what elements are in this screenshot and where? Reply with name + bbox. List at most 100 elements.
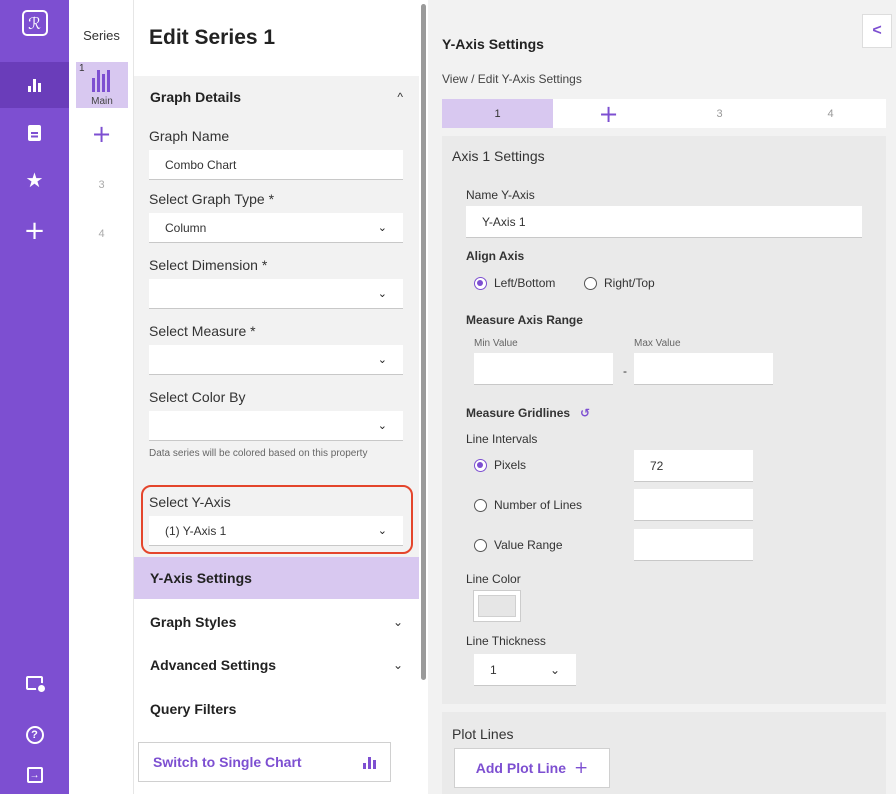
switch-button-label: Switch to Single Chart bbox=[153, 754, 302, 770]
interval-number-of-lines-label: Number of Lines bbox=[494, 498, 583, 512]
interval-pixels-radio[interactable]: Pixels bbox=[474, 458, 526, 472]
color-by-label: Select Color By bbox=[149, 389, 246, 405]
line-thickness-value: 1 bbox=[490, 662, 497, 677]
measure-gridlines-label: Measure Gridlines ↺ bbox=[466, 406, 591, 420]
max-value-label: Max Value bbox=[634, 338, 681, 349]
align-left-bottom-radio[interactable]: Left/Bottom bbox=[474, 276, 555, 290]
series-label: Main bbox=[91, 96, 113, 107]
line-color-swatch[interactable] bbox=[473, 590, 521, 622]
axis-settings-title: Axis 1 Settings bbox=[452, 148, 545, 164]
bar-chart-icon bbox=[363, 756, 376, 769]
collapse-panel-button[interactable]: < bbox=[862, 14, 892, 48]
chevron-down-icon: ⌄ bbox=[392, 615, 403, 629]
series-chart-icon bbox=[92, 70, 110, 92]
plot-lines-card: Plot Lines Add Plot Line + bbox=[442, 712, 886, 794]
chevron-down-icon: ⌄ bbox=[377, 288, 387, 300]
radio-selected-icon bbox=[474, 458, 487, 472]
logo-icon[interactable]: ℛ bbox=[0, 0, 69, 46]
dimension-label: Select Dimension * bbox=[149, 257, 268, 273]
align-right-top-radio[interactable]: Right/Top bbox=[584, 276, 655, 290]
plus-icon: + bbox=[573, 758, 589, 778]
graph-name-label: Graph Name bbox=[149, 128, 230, 144]
series-slot-3[interactable]: 3 bbox=[69, 179, 134, 191]
axis-tab-1[interactable]: 1 bbox=[442, 99, 553, 128]
graph-styles-label: Graph Styles bbox=[150, 614, 237, 630]
graph-details-label: Graph Details bbox=[150, 89, 242, 105]
interval-value-range-radio[interactable]: Value Range bbox=[474, 538, 563, 552]
add-plot-line-button[interactable]: Add Plot Line + bbox=[454, 748, 610, 788]
y-axis-highlight-box bbox=[141, 485, 413, 554]
exit-icon[interactable]: → bbox=[0, 752, 69, 794]
value-range-field[interactable] bbox=[634, 529, 753, 561]
chevron-left-icon: < bbox=[872, 22, 882, 39]
query-filters-header[interactable]: Query Filters bbox=[134, 688, 419, 730]
line-color-preview bbox=[478, 595, 516, 617]
y-axis-settings-panel: Y-Axis Settings < View / Edit Y-Axis Set… bbox=[428, 0, 896, 794]
min-value-field[interactable] bbox=[474, 353, 613, 385]
radio-selected-icon bbox=[474, 276, 487, 290]
chevron-down-icon: ⌄ bbox=[377, 222, 387, 234]
radio-unselected-icon bbox=[584, 276, 597, 290]
graph-type-label: Select Graph Type * bbox=[149, 191, 275, 207]
switch-to-single-chart-button[interactable]: Switch to Single Chart bbox=[138, 742, 391, 782]
line-thickness-select[interactable]: 1 ⌄ bbox=[474, 654, 576, 686]
card-settings-icon[interactable] bbox=[0, 660, 69, 706]
graph-name-field[interactable]: Combo Chart bbox=[149, 150, 403, 180]
axis-tabs: 1 + 3 4 bbox=[442, 99, 886, 128]
measure-select[interactable]: ⌄ bbox=[149, 345, 403, 375]
measure-axis-range-label: Measure Axis Range bbox=[466, 313, 583, 327]
align-left-bottom-label: Left/Bottom bbox=[494, 276, 556, 290]
add-series-icon[interactable]: + bbox=[69, 122, 134, 146]
radio-unselected-icon bbox=[474, 538, 487, 552]
max-value-field[interactable] bbox=[634, 353, 773, 385]
page-title: Edit Series 1 bbox=[149, 26, 276, 49]
y-axis-settings-header[interactable]: Y-Axis Settings bbox=[134, 557, 419, 599]
edit-series-panel: Edit Series 1 Graph Details ^ Graph Name… bbox=[134, 0, 419, 794]
series-slot-4[interactable]: 4 bbox=[69, 228, 134, 240]
graph-details-header[interactable]: Graph Details ^ bbox=[134, 76, 419, 118]
axis-tab-3[interactable]: 3 bbox=[664, 99, 775, 128]
number-of-lines-field[interactable] bbox=[634, 489, 753, 521]
pixels-field[interactable]: 72 bbox=[634, 450, 753, 482]
add-plot-line-label: Add Plot Line bbox=[475, 760, 566, 776]
plus-icon[interactable]: + bbox=[0, 208, 69, 254]
document-icon[interactable] bbox=[0, 110, 69, 156]
color-by-hint: Data series will be colored based on thi… bbox=[149, 448, 368, 459]
name-y-axis-label: Name Y-Axis bbox=[466, 188, 535, 202]
interval-number-of-lines-radio[interactable]: Number of Lines bbox=[474, 498, 582, 512]
color-by-select[interactable]: ⌄ bbox=[149, 411, 403, 441]
advanced-settings-header[interactable]: Advanced Settings ⌄ bbox=[134, 644, 419, 686]
app-rail: ℛ ★ + ? → bbox=[0, 0, 69, 794]
chevron-down-icon: ⌄ bbox=[377, 420, 387, 432]
line-intervals-label: Line Intervals bbox=[466, 432, 538, 446]
query-filters-label: Query Filters bbox=[150, 701, 237, 717]
align-axis-label: Align Axis bbox=[466, 249, 525, 263]
graph-type-select[interactable]: Column ⌄ bbox=[149, 213, 403, 243]
graph-name-value: Combo Chart bbox=[165, 157, 237, 172]
add-axis-icon[interactable]: + bbox=[553, 99, 664, 128]
y-axis-panel-title: Y-Axis Settings bbox=[442, 36, 544, 52]
series-title: Series bbox=[83, 28, 120, 43]
star-icon[interactable]: ★ bbox=[0, 157, 69, 203]
y-axis-panel-subtitle: View / Edit Y-Axis Settings bbox=[442, 72, 582, 86]
history-icon[interactable]: ↺ bbox=[580, 406, 590, 420]
chevron-up-icon: ^ bbox=[397, 90, 403, 104]
axis-settings-card: Axis 1 Settings Name Y-Axis Y-Axis 1 Ali… bbox=[442, 136, 886, 704]
series-number: 1 bbox=[79, 63, 85, 74]
plot-lines-title: Plot Lines bbox=[452, 726, 514, 742]
min-value-label: Min Value bbox=[474, 338, 518, 349]
interval-value-range-label: Value Range bbox=[494, 538, 563, 552]
chevron-down-icon: ⌄ bbox=[392, 658, 403, 672]
graph-type-value: Column bbox=[165, 220, 207, 235]
dimension-select[interactable]: ⌄ bbox=[149, 279, 403, 309]
series-item-main[interactable]: 1 Main bbox=[76, 62, 128, 108]
name-y-axis-value: Y-Axis 1 bbox=[482, 214, 526, 229]
chart-icon[interactable] bbox=[0, 62, 69, 108]
advanced-settings-label: Advanced Settings bbox=[150, 657, 277, 673]
axis-tab-4[interactable]: 4 bbox=[775, 99, 886, 128]
graph-styles-header[interactable]: Graph Styles ⌄ bbox=[134, 601, 419, 643]
chevron-down-icon: ⌄ bbox=[377, 354, 387, 366]
panel-scrollbar[interactable] bbox=[421, 4, 426, 680]
radio-unselected-icon bbox=[474, 498, 487, 512]
name-y-axis-field[interactable]: Y-Axis 1 bbox=[466, 206, 862, 238]
